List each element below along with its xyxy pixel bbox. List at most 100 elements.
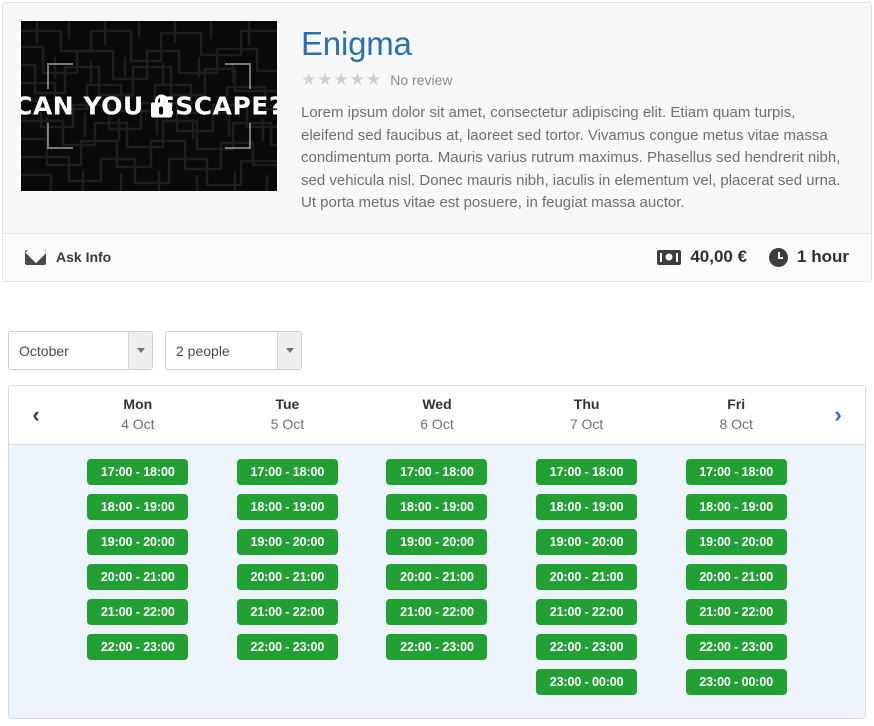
time-slot-button[interactable]: 18:00 - 19:00 xyxy=(685,494,787,520)
product-meta-bar: Ask Info 40,00 € 1 hour xyxy=(3,232,871,281)
time-slot-button[interactable]: 20:00 - 21:00 xyxy=(536,564,638,590)
day-name: Mon xyxy=(123,396,153,412)
poster-corner-bottom-right xyxy=(225,123,251,149)
day-header: Fri 8 Oct xyxy=(661,395,811,435)
time-slot-button[interactable]: 21:00 - 22:00 xyxy=(536,599,638,625)
ask-info-button[interactable]: Ask Info xyxy=(25,249,111,265)
time-slot-button[interactable]: 18:00 - 19:00 xyxy=(386,494,488,520)
star-icon[interactable]: ★ xyxy=(350,71,365,88)
time-slot-button[interactable]: 23:00 - 00:00 xyxy=(685,669,787,695)
time-slot-button[interactable]: 19:00 - 20:00 xyxy=(685,529,787,555)
slots-right-gutter xyxy=(811,459,865,705)
day-date: 6 Oct xyxy=(420,416,454,432)
time-slot-button[interactable]: 22:00 - 23:00 xyxy=(87,634,189,660)
slot-column-fri: 17:00 - 18:00 18:00 - 19:00 19:00 - 20:00 2… xyxy=(661,459,811,705)
poster-caption-before: CAN YOU xyxy=(21,91,144,121)
time-slot-button[interactable]: 17:00 - 18:00 xyxy=(386,459,488,485)
time-slot-button[interactable]: 21:00 - 22:00 xyxy=(87,599,189,625)
duration-value: 1 hour xyxy=(797,247,849,266)
time-slot-button[interactable]: 19:00 - 20:00 xyxy=(386,529,488,555)
time-slot-button[interactable]: 17:00 - 18:00 xyxy=(87,459,189,485)
poster-corner-bottom-left xyxy=(47,123,73,149)
chevron-down-icon[interactable] xyxy=(128,332,152,369)
clock-icon xyxy=(769,247,789,267)
day-date: 8 Oct xyxy=(719,416,753,432)
prev-week-button[interactable]: ‹ xyxy=(9,402,63,428)
product-description: Lorem ipsum dolor sit amet, consectetur … xyxy=(301,104,841,211)
day-name: Thu xyxy=(573,396,600,412)
price-item: 40,00 € xyxy=(657,247,747,267)
filters-row: October 2 people xyxy=(8,331,302,370)
chevron-down-icon[interactable] xyxy=(277,332,301,369)
poster-caption: CAN YOU ESCAPE? xyxy=(21,92,277,121)
duration-item: 1 hour xyxy=(769,247,849,267)
month-select[interactable]: October xyxy=(8,331,153,370)
time-slot-button[interactable]: 17:00 - 18:00 xyxy=(685,459,787,485)
day-name: Fri xyxy=(727,396,746,412)
time-slot-button[interactable]: 21:00 - 22:00 xyxy=(236,599,338,625)
product-info: Enigma ★ ★ ★ ★ ★ No review Lorem ipsum d… xyxy=(277,21,853,215)
time-slot-button[interactable]: 23:00 - 00:00 xyxy=(536,669,638,695)
calendar-header: ‹ Mon 4 Oct Tue 5 Oct Wed 6 Oct Thu 7 Oc… xyxy=(9,386,865,444)
time-slot-button[interactable]: 17:00 - 18:00 xyxy=(236,459,338,485)
poster-corner-top-right xyxy=(225,63,251,89)
day-name: Tue xyxy=(275,396,300,412)
time-slot-button[interactable]: 20:00 - 21:00 xyxy=(87,564,189,590)
day-header: Wed 6 Oct xyxy=(362,395,512,435)
time-slot-button[interactable]: 20:00 - 21:00 xyxy=(236,564,338,590)
rating-stars[interactable]: ★ ★ ★ ★ ★ xyxy=(301,71,381,88)
poster-caption-after: ESCAPE? xyxy=(157,91,277,121)
product-card: CAN YOU ESCAPE? Enigma ★ ★ ★ ★ ★ No revi… xyxy=(2,2,872,282)
day-header: Thu 7 Oct xyxy=(512,395,662,435)
day-header: Mon 4 Oct xyxy=(63,395,213,435)
ask-info-label: Ask Info xyxy=(56,249,112,265)
time-slot-button[interactable]: 19:00 - 20:00 xyxy=(87,529,189,555)
time-slot-button[interactable]: 18:00 - 19:00 xyxy=(87,494,189,520)
day-date: 5 Oct xyxy=(270,416,305,432)
meta-right-group: 40,00 € 1 hour xyxy=(657,247,849,267)
time-slot-button[interactable]: 19:00 - 20:00 xyxy=(236,529,338,555)
calendar-day-headers: Mon 4 Oct Tue 5 Oct Wed 6 Oct Thu 7 Oct … xyxy=(63,395,811,435)
product-poster: CAN YOU ESCAPE? xyxy=(21,21,277,191)
day-name: Wed xyxy=(422,396,452,412)
time-slot-button[interactable]: 18:00 - 19:00 xyxy=(236,494,338,520)
rating-row: ★ ★ ★ ★ ★ No review xyxy=(301,71,853,88)
day-date: 4 Oct xyxy=(121,416,155,432)
price-value: 40,00 € xyxy=(690,247,748,266)
time-slot-button[interactable]: 20:00 - 21:00 xyxy=(386,564,488,590)
star-icon[interactable]: ★ xyxy=(317,71,332,88)
time-slot-button[interactable]: 21:00 - 22:00 xyxy=(685,599,787,625)
time-slot-button[interactable]: 20:00 - 21:00 xyxy=(685,564,787,590)
time-slot-button[interactable]: 19:00 - 20:00 xyxy=(536,529,638,555)
day-date: 7 Oct xyxy=(569,416,604,432)
calendar-slots-body: 17:00 - 18:00 18:00 - 19:00 19:00 - 20:00 2… xyxy=(9,444,865,718)
page-root: CAN YOU ESCAPE? Enigma ★ ★ ★ ★ ★ No revi… xyxy=(0,0,874,726)
next-week-button[interactable]: › xyxy=(811,402,865,428)
review-count-label: No review xyxy=(390,71,453,88)
time-slot-button[interactable]: 22:00 - 23:00 xyxy=(386,634,488,660)
star-icon[interactable]: ★ xyxy=(366,71,381,88)
slot-column-wed: 17:00 - 18:00 18:00 - 19:00 19:00 - 20:00 2… xyxy=(362,459,512,705)
time-slot-button[interactable]: 22:00 - 23:00 xyxy=(236,634,338,660)
slot-column-thu: 17:00 - 18:00 18:00 - 19:00 19:00 - 20:00 2… xyxy=(512,459,662,705)
envelope-icon xyxy=(25,249,46,265)
time-slot-button[interactable]: 22:00 - 23:00 xyxy=(536,634,638,660)
time-slot-button[interactable]: 17:00 - 18:00 xyxy=(536,459,638,485)
time-slot-button[interactable]: 21:00 - 22:00 xyxy=(386,599,488,625)
slots-left-gutter xyxy=(9,459,63,705)
availability-calendar: ‹ Mon 4 Oct Tue 5 Oct Wed 6 Oct Thu 7 Oc… xyxy=(8,385,866,719)
poster-corner-top-left xyxy=(47,63,73,89)
product-top: CAN YOU ESCAPE? Enigma ★ ★ ★ ★ ★ No revi… xyxy=(3,3,871,233)
month-select-value: October xyxy=(19,342,69,359)
star-icon[interactable]: ★ xyxy=(301,71,316,88)
people-select[interactable]: 2 people xyxy=(165,331,302,370)
time-slot-button[interactable]: 18:00 - 19:00 xyxy=(536,494,638,520)
slot-column-tue: 17:00 - 18:00 18:00 - 19:00 19:00 - 20:00 2… xyxy=(213,459,363,705)
time-slot-button[interactable]: 22:00 - 23:00 xyxy=(685,634,787,660)
day-header: Tue 5 Oct xyxy=(213,395,363,435)
star-icon[interactable]: ★ xyxy=(334,71,349,88)
money-icon xyxy=(657,249,682,265)
slot-column-mon: 17:00 - 18:00 18:00 - 19:00 19:00 - 20:00 2… xyxy=(63,459,213,705)
people-select-value: 2 people xyxy=(176,342,230,359)
page-title: Enigma xyxy=(301,25,412,62)
